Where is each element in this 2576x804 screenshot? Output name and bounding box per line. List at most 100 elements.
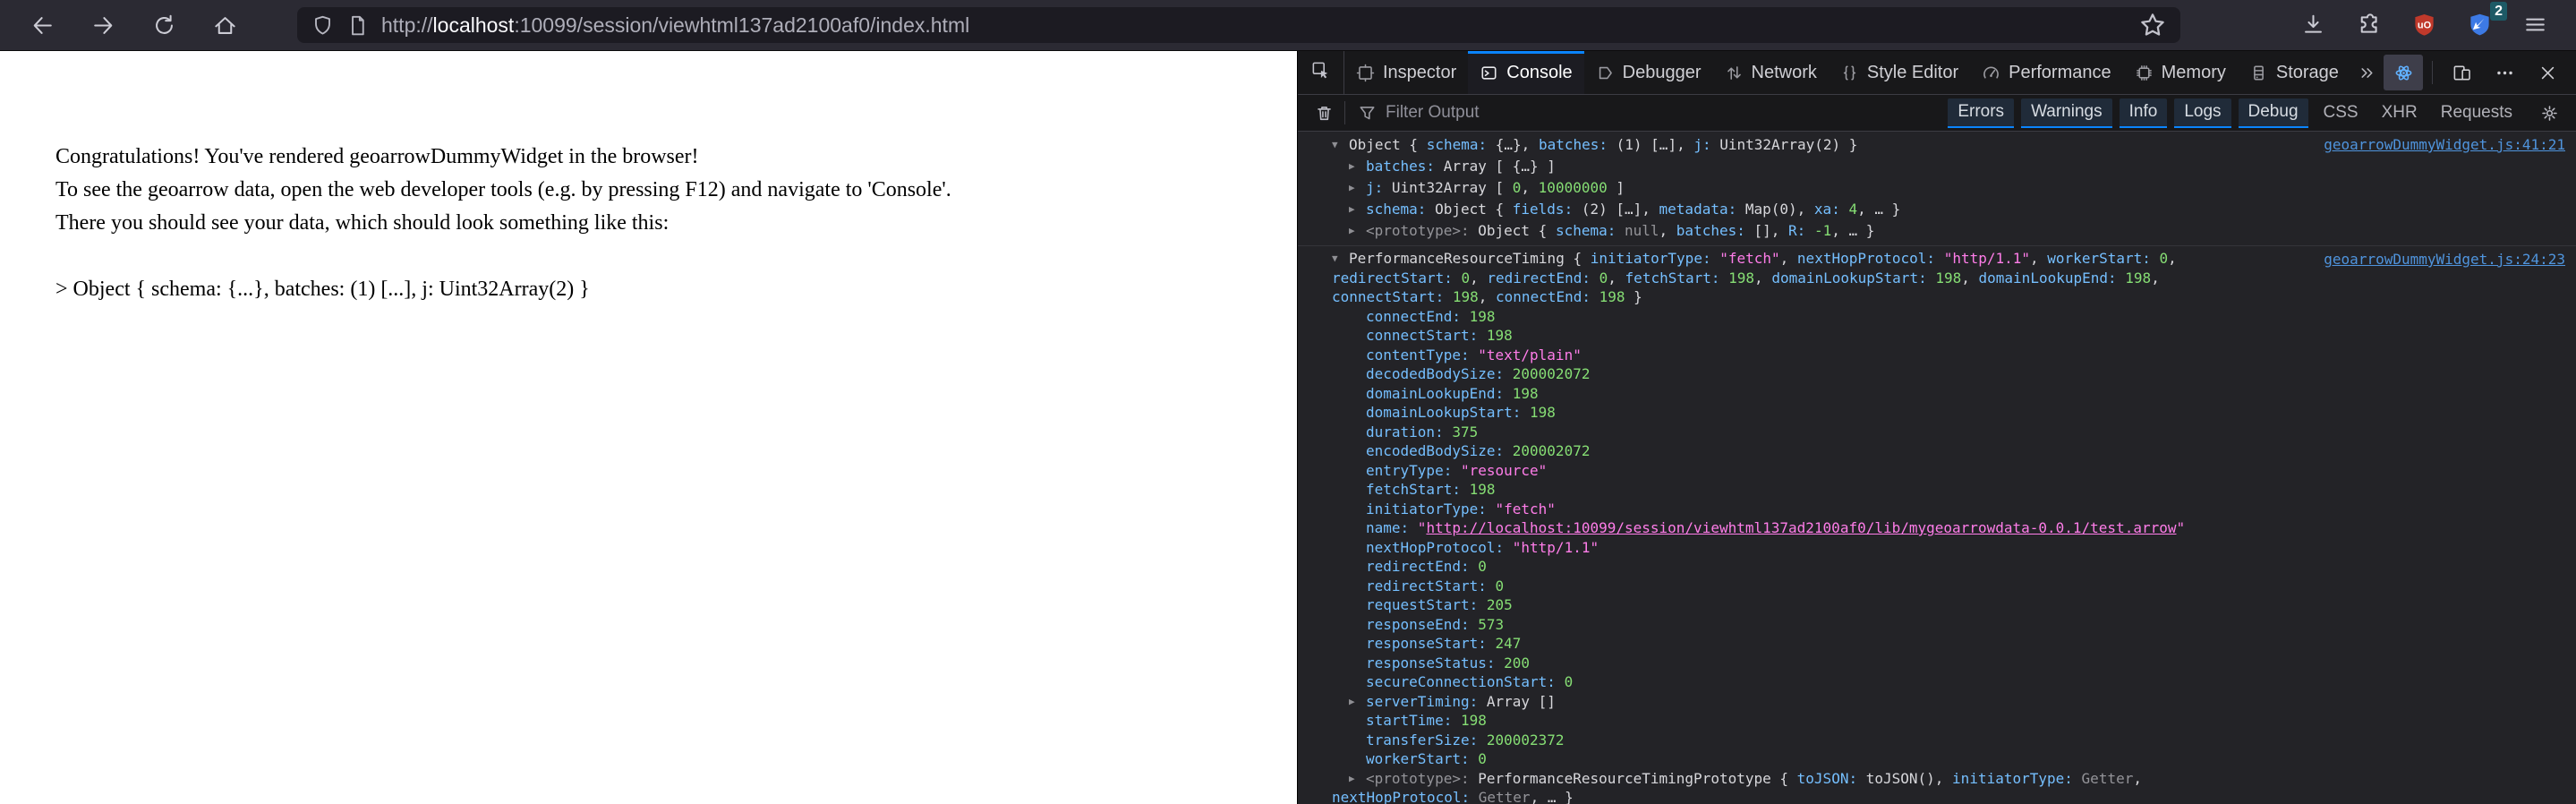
ublock-origin-button[interactable]: uO — [2406, 6, 2444, 44]
storage-icon — [2249, 64, 2268, 82]
filter-info-button[interactable]: Info — [2119, 98, 2168, 128]
page-icon[interactable] — [346, 14, 369, 37]
reload-icon — [152, 13, 176, 38]
filter-errors-button[interactable]: Errors — [1948, 98, 2015, 128]
extensions-button[interactable] — [2350, 6, 2388, 44]
console-line: domainLookupEnd: 198 — [1298, 384, 2576, 404]
console-token: 198 — [1486, 327, 1513, 344]
close-devtools-button[interactable] — [2528, 55, 2567, 90]
tab-style-editor[interactable]: Style Editor — [1829, 51, 1970, 94]
url-host: localhost — [432, 13, 515, 37]
console-token: 198 — [2125, 269, 2152, 287]
expand-arrow[interactable]: ▶ — [1349, 177, 1366, 199]
back-icon — [30, 13, 55, 38]
filter-css-button[interactable]: CSS — [2324, 103, 2358, 123]
devtools-extension-button[interactable] — [2384, 55, 2423, 90]
source-link[interactable]: geoarrowDummyWidget.js:41:21 — [2324, 136, 2565, 153]
console-token: " — [2176, 519, 2186, 536]
url-text[interactable]: http://localhost:10099/session/viewhtml1… — [381, 13, 969, 38]
filter-xhr-button[interactable]: XHR — [2382, 103, 2418, 123]
console-line: ▶ j: Uint32Array [ 0, 10000000 ] — [1298, 177, 2576, 199]
tab-debugger[interactable]: Debugger — [1584, 51, 1713, 94]
expand-arrow[interactable]: ▶ — [1349, 199, 1366, 220]
console-log-row: geoarrowDummyWidget.js:41:21 ▼ Object { sc… — [1298, 132, 2576, 246]
filter-debug-button[interactable]: Debug — [2238, 98, 2308, 128]
bookmark-star-icon[interactable] — [2139, 12, 2166, 38]
console-token: 200002072 — [1512, 365, 1591, 382]
more-tabs-button[interactable] — [2350, 51, 2384, 94]
console-token: j: — [1693, 136, 1720, 153]
pick-element-button[interactable] — [1298, 51, 1344, 94]
filter-buttons: Errors Warnings Info Logs Debug CSS XHR Request… — [1944, 98, 2524, 128]
console-line: redirectStart: 0, redirectEnd: 0, fetchS… — [1298, 269, 2576, 288]
console-token: 0 — [1478, 750, 1487, 767]
filter-warnings-button[interactable]: Warnings — [2021, 98, 2112, 128]
tab-performance[interactable]: Performance — [1970, 51, 2123, 94]
more-tabs-icon — [2358, 64, 2376, 82]
home-button[interactable] — [206, 6, 243, 44]
expand-arrow[interactable]: ▼ — [1332, 249, 1349, 269]
console-token: encodedBodySize: — [1366, 442, 1513, 459]
responsive-design-icon — [2452, 64, 2471, 82]
console-token: responseEnd: — [1366, 615, 1479, 633]
console-token: Map(0), — [1744, 201, 1814, 218]
console-settings-button[interactable] — [2533, 97, 2565, 129]
console-token: workerStart: — [1366, 750, 1479, 767]
browser-toolbar: http://localhost:10099/session/viewhtml1… — [0, 0, 2576, 51]
console-token: Getter — [2081, 769, 2134, 787]
close-icon — [2538, 64, 2557, 82]
expand-arrow[interactable]: ▶ — [1349, 692, 1366, 712]
expand-arrow[interactable]: ▶ — [1349, 156, 1366, 177]
expand-arrow[interactable]: ▶ — [1349, 769, 1366, 789]
resource-url-link[interactable]: http://localhost:10099/session/viewhtml1… — [1426, 519, 2176, 536]
console-token: connectStart: — [1332, 288, 1453, 305]
console-line: workerStart: 0 — [1298, 749, 2576, 769]
filter-funnel-icon — [1358, 104, 1377, 123]
console-token: , … } — [1857, 201, 1901, 218]
shield-icon[interactable] — [311, 14, 334, 37]
expand-arrow[interactable]: ▶ — [1349, 220, 1366, 242]
tab-console[interactable]: Console — [1468, 51, 1585, 94]
devtools-tabs: Inspector Console Debugger Network Style Edi… — [1344, 51, 2350, 94]
home-icon — [213, 13, 237, 38]
console-token: , — [2151, 269, 2160, 287]
console-token: Object { — [1478, 222, 1556, 239]
tab-memory[interactable]: Memory — [2123, 51, 2238, 94]
url-bar[interactable]: http://localhost:10099/session/viewhtml1… — [297, 7, 2180, 43]
console-line: decodedBodySize: 200002072 — [1298, 364, 2576, 384]
console-token: connectEnd: — [1496, 288, 1599, 305]
filter-requests-button[interactable]: Requests — [2441, 103, 2512, 123]
filter-output-input[interactable]: Filter Output — [1351, 103, 1944, 123]
forward-button[interactable] — [84, 6, 122, 44]
filter-logs-button[interactable]: Logs — [2174, 98, 2231, 128]
reload-button[interactable] — [145, 6, 183, 44]
console-token: , — [1659, 222, 1676, 239]
memory-icon — [2135, 64, 2154, 82]
console-token: 0 — [1478, 558, 1487, 575]
console-output: geoarrowDummyWidget.js:41:21 ▼ Object { sc… — [1298, 132, 2576, 804]
console-line: connectEnd: 198 — [1298, 307, 2576, 327]
back-button[interactable] — [23, 6, 61, 44]
tab-network[interactable]: Network — [1713, 51, 1829, 94]
source-link[interactable]: geoarrowDummyWidget.js:24:23 — [2324, 251, 2565, 268]
tab-storage[interactable]: Storage — [2238, 51, 2350, 94]
app-menu-button[interactable] — [2517, 6, 2555, 44]
console-token: "fetch" — [1495, 500, 1556, 517]
clear-console-button[interactable] — [1309, 98, 1339, 128]
password-manager-button[interactable]: 2 — [2461, 2, 2507, 44]
console-token: PerformanceResourceTiming { — [1349, 250, 1591, 267]
console-token: domainLookupStart: — [1366, 404, 1531, 421]
console-icon — [1480, 64, 1498, 82]
expand-arrow[interactable]: ▼ — [1332, 134, 1349, 156]
responsive-design-button[interactable] — [2442, 55, 2481, 90]
devtools-menu-button[interactable] — [2485, 55, 2524, 90]
console-token: redirectEnd: — [1366, 558, 1479, 575]
console-token: 198 — [1452, 288, 1479, 305]
console-token: secureConnectionStart: — [1366, 673, 1565, 690]
tab-inspector[interactable]: Inspector — [1344, 51, 1468, 94]
downloads-button[interactable] — [2295, 6, 2333, 44]
